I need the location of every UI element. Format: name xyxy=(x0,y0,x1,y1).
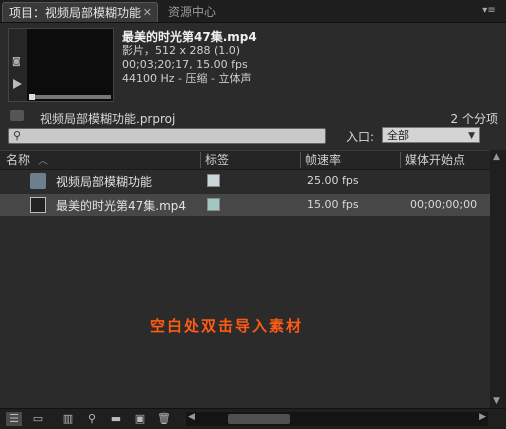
row-frame-rate: 15.00 fps xyxy=(307,198,359,211)
item-count: 2 个分项 xyxy=(450,112,498,126)
table-row[interactable]: 最美的时光第47集.mp4 15.00 fps 00;00;00;00 xyxy=(0,194,490,216)
tab-resource-center-label: 资源中心 xyxy=(168,5,217,19)
entry-selected-value: 全部 xyxy=(387,129,409,142)
search-input[interactable]: ⚲ xyxy=(8,128,326,144)
scroll-up-icon[interactable]: ▲ xyxy=(493,152,500,162)
table-row[interactable]: 视频局部模糊功能 25.00 fps xyxy=(0,170,490,192)
project-file-name: 视频局部模糊功能.prproj xyxy=(40,112,176,126)
vertical-scrollbar[interactable]: ▲ ▼ xyxy=(490,150,506,408)
panel-tab-bar: 项目：视频局部模糊功能 ✕ 资源中心 ▾≡ xyxy=(0,0,506,23)
automate-to-sequence-icon[interactable]: ▥ xyxy=(60,412,76,426)
tab-project[interactable]: 项目：视频局部模糊功能 ✕ xyxy=(2,2,158,22)
list-view-icon[interactable]: ☰ xyxy=(6,412,22,426)
video-clip-icon xyxy=(30,197,46,213)
row-name: 最美的时光第47集.mp4 xyxy=(56,199,187,213)
find-icon[interactable]: ⚲ xyxy=(84,412,100,426)
preview-controls: ◙ xyxy=(9,29,27,101)
column-media-start[interactable]: 媒体开始点 xyxy=(400,152,491,168)
preview-progress-handle[interactable] xyxy=(29,94,35,100)
label-color-swatch[interactable] xyxy=(207,174,220,187)
preview-progress-bar[interactable] xyxy=(29,95,111,99)
scroll-thumb[interactable] xyxy=(228,414,290,424)
clip-type: 影片，512 x 288 (1.0) xyxy=(122,44,241,57)
row-frame-rate: 25.00 fps xyxy=(307,174,359,187)
icon-view-icon[interactable]: ▭ xyxy=(30,412,46,426)
row-media-start: 00;00;00;00 xyxy=(410,198,478,211)
bottom-toolbar: ☰ ▭ ▥ ⚲ ▬ ▣ 🗑 ◀ ▶ xyxy=(0,408,506,429)
play-icon[interactable] xyxy=(13,79,22,89)
entry-dropdown[interactable]: 全部 ▼ xyxy=(382,127,480,143)
clip-preview-thumbnail[interactable]: ◙ xyxy=(8,28,114,102)
column-label[interactable]: 标签 xyxy=(200,152,300,168)
table-header: 名称 ︿ 标签 帧速率 媒体开始点 xyxy=(0,150,490,170)
close-icon[interactable]: ✕ xyxy=(143,3,152,23)
delete-icon[interactable]: 🗑 xyxy=(156,412,172,426)
clip-audio: 44100 Hz - 压缩 - 立体声 xyxy=(122,72,252,85)
new-item-icon[interactable]: ▣ xyxy=(132,412,148,426)
project-file-row: 视频局部模糊功能.prproj 2 个分项 xyxy=(8,108,502,126)
column-name[interactable]: 名称 xyxy=(6,152,30,168)
search-icon: ⚲ xyxy=(13,129,22,142)
camera-icon[interactable]: ◙ xyxy=(12,57,24,67)
new-bin-icon[interactable]: ▬ xyxy=(108,412,124,426)
horizontal-scrollbar[interactable]: ◀ ▶ xyxy=(186,412,488,426)
clip-name: 最美的时光第47集.mp4 xyxy=(122,30,257,44)
panel-menu-icon[interactable]: ▾≡ xyxy=(480,4,498,18)
chevron-down-icon: ▼ xyxy=(468,131,475,141)
sequence-icon xyxy=(30,173,46,189)
clip-duration: 00;03;20;17, 15.00 fps xyxy=(122,58,248,71)
tab-resource-center[interactable]: 资源中心 xyxy=(162,2,234,22)
scroll-down-icon[interactable]: ▼ xyxy=(493,396,500,406)
tab-project-label: 项目：视频局部模糊功能 xyxy=(9,6,142,20)
row-name: 视频局部模糊功能 xyxy=(56,175,153,189)
label-color-swatch[interactable] xyxy=(207,198,220,211)
clip-info: 最美的时光第47集.mp4 影片，512 x 288 (1.0) 00;03;2… xyxy=(122,30,257,86)
sort-ascending-icon[interactable]: ︿ xyxy=(38,152,48,167)
folder-icon xyxy=(10,110,24,121)
entry-label: 入口: xyxy=(346,130,375,144)
import-hint-text: 空白处双击导入素材 xyxy=(150,317,304,335)
scroll-left-icon[interactable]: ◀ xyxy=(188,412,195,422)
column-frame-rate[interactable]: 帧速率 xyxy=(300,152,400,168)
scroll-right-icon[interactable]: ▶ xyxy=(479,412,486,422)
